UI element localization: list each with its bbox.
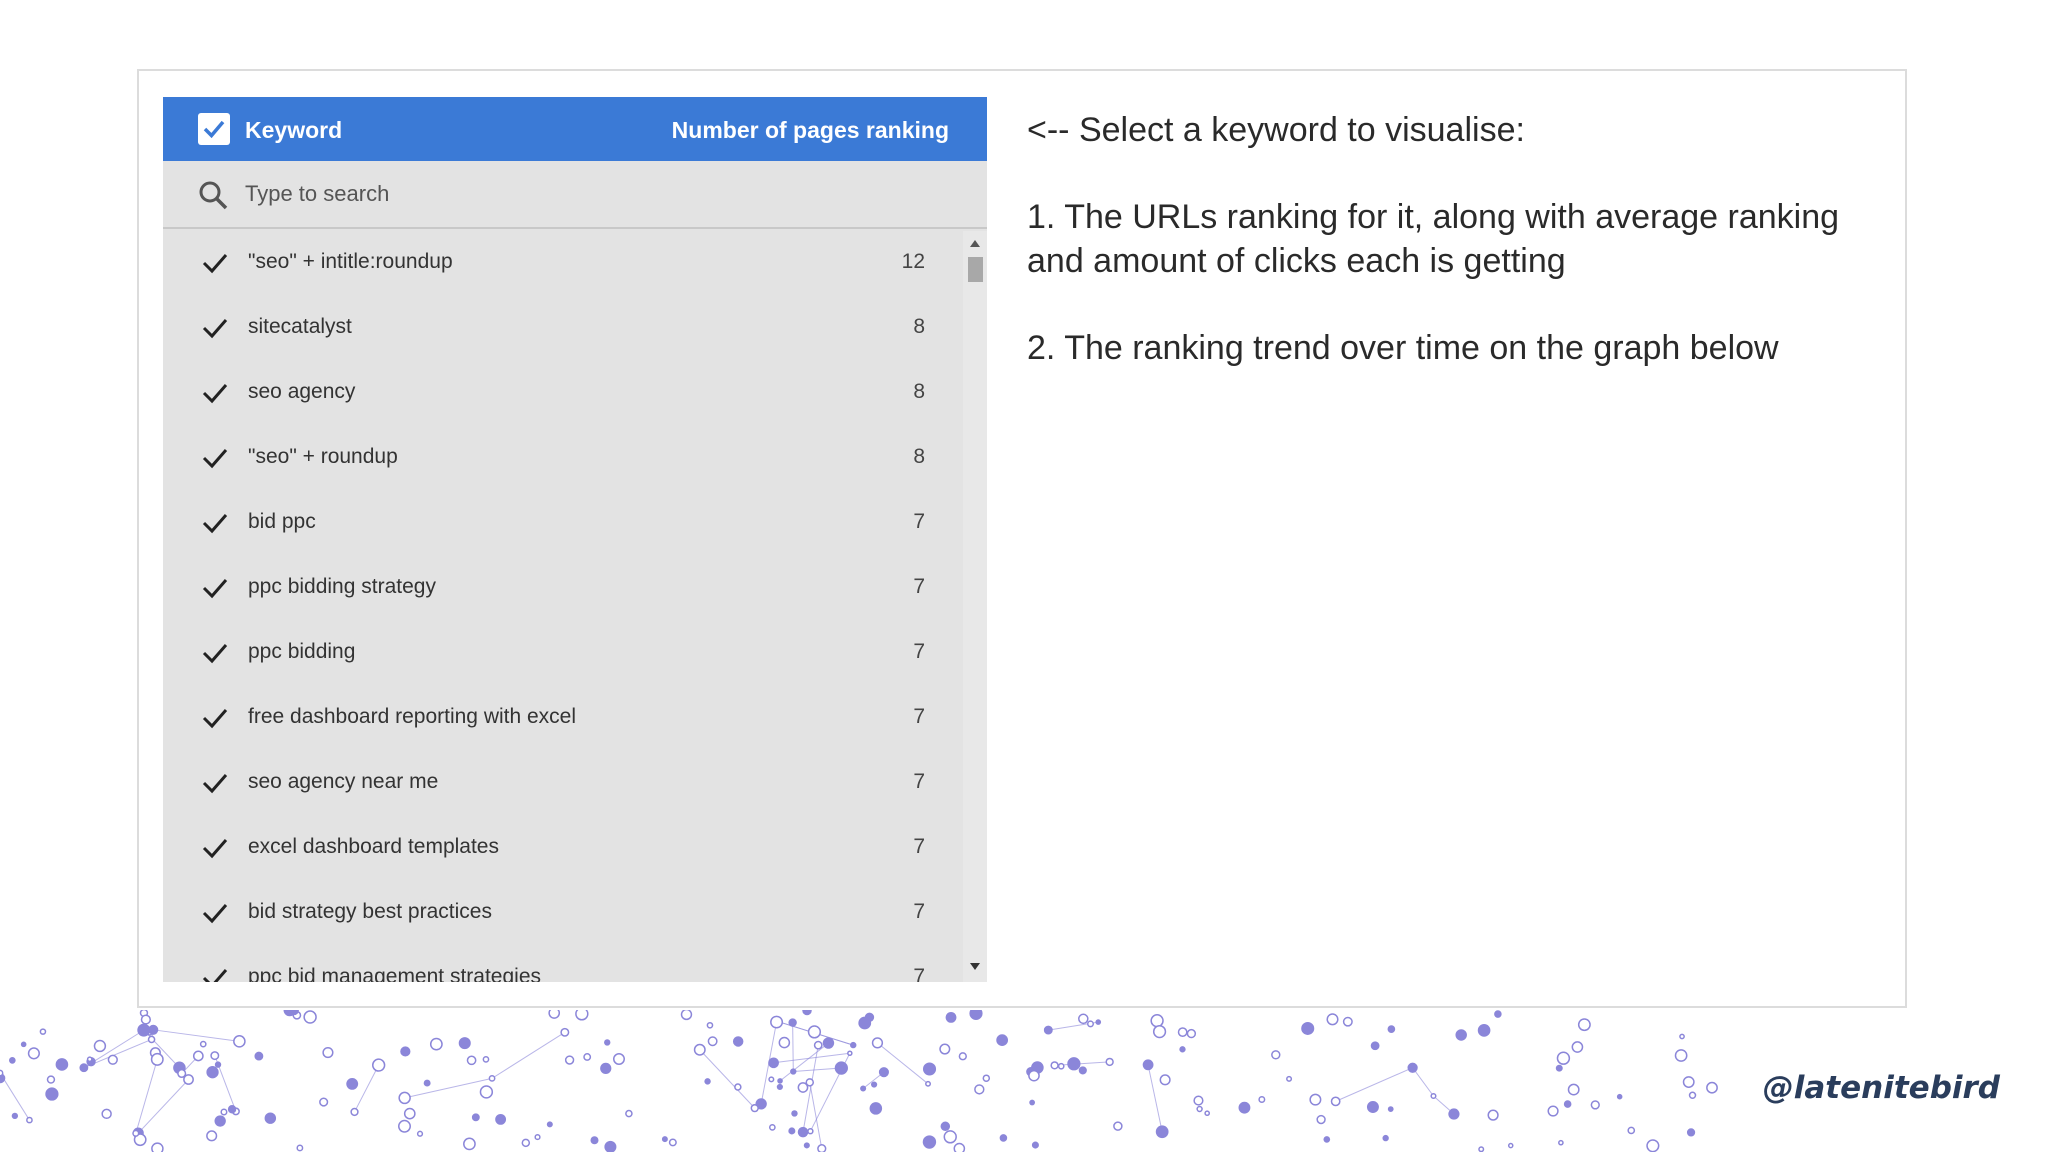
keyword-row[interactable]: "seo" + intitle:roundup 12 [163, 231, 963, 296]
keyword-label: "seo" + roundup [248, 445, 398, 468]
keyword-count: 12 [901, 250, 925, 273]
keyword-label: ppc bid management strategies [248, 965, 542, 982]
keyword-row[interactable]: ppc bidding strategy 7 [163, 556, 963, 621]
select-all-checkbox[interactable] [198, 113, 230, 145]
keyword-count: 8 [913, 445, 925, 468]
keyword-row[interactable]: ppc bidding 7 [163, 621, 963, 686]
keyword-label: sitecatalyst [248, 315, 352, 338]
keyword-count: 7 [913, 770, 925, 793]
keyword-count: 7 [913, 510, 925, 533]
instruction-item-2: 2. The ranking trend over time on the gr… [1027, 329, 1779, 367]
checkmark-icon [202, 904, 228, 924]
keyword-label: seo agency near me [248, 770, 439, 793]
keyword-row[interactable]: ppc bid management strategies 7 [163, 946, 963, 982]
keyword-count: 8 [913, 315, 925, 338]
keyword-row[interactable]: "seo" + roundup 8 [163, 426, 963, 491]
checkmark-icon [202, 644, 228, 664]
filter-header: Keyword Number of pages ranking [163, 97, 987, 161]
checkmark-icon [202, 969, 228, 982]
network-decoration [0, 1010, 1718, 1152]
keyword-row[interactable]: seo agency 8 [163, 361, 963, 426]
keyword-label: excel dashboard templates [248, 835, 499, 858]
keyword-label: ppc bidding [248, 640, 356, 663]
search-icon [199, 181, 228, 210]
instructions-text: <-- Select a keyword to visualise: 1. Th… [1027, 108, 1887, 370]
arrow-down-icon[interactable] [970, 963, 980, 971]
keyword-row[interactable]: bid strategy best practices 7 [163, 881, 963, 946]
count-column-header[interactable]: Number of pages ranking [672, 117, 949, 144]
checkmark-icon [202, 709, 228, 729]
search-input[interactable] [245, 177, 845, 211]
checkmark-icon [203, 120, 225, 139]
checkmark-icon [202, 579, 228, 599]
watermark-handle: @latenitebird [1762, 1070, 2000, 1106]
keyword-label: seo agency [248, 380, 356, 403]
scrollbar[interactable] [963, 231, 987, 982]
keyword-count: 7 [913, 965, 925, 982]
keyword-filter-control: Keyword Number of pages ranking "seo" + … [163, 97, 987, 982]
keyword-row[interactable]: sitecatalyst 8 [163, 296, 963, 361]
keyword-row[interactable]: free dashboard reporting with excel 7 [163, 686, 963, 751]
keyword-count: 8 [913, 380, 925, 403]
keyword-label: "seo" + intitle:roundup [248, 250, 453, 273]
keyword-list: "seo" + intitle:roundup 12 sitecatalyst 8 se… [163, 231, 963, 982]
checkmark-icon [202, 839, 228, 859]
keyword-count: 7 [913, 575, 925, 598]
checkmark-icon [202, 774, 228, 794]
checkmark-icon [202, 384, 228, 404]
keyword-row[interactable]: bid ppc 7 [163, 491, 963, 556]
checkmark-icon [202, 319, 228, 339]
keyword-label: bid strategy best practices [248, 900, 492, 923]
keyword-row[interactable]: seo agency near me 7 [163, 751, 963, 816]
keyword-count: 7 [913, 705, 925, 728]
keyword-row[interactable]: excel dashboard templates 7 [163, 816, 963, 881]
checkmark-icon [202, 449, 228, 469]
instruction-item-1: 1. The URLs ranking for it, along with a… [1027, 198, 1840, 280]
checkmark-icon [202, 514, 228, 534]
keyword-label: free dashboard reporting with excel [248, 705, 577, 728]
checkmark-icon [202, 254, 228, 274]
keyword-label: bid ppc [248, 510, 316, 533]
search-row [163, 161, 987, 229]
keyword-count: 7 [913, 900, 925, 923]
keyword-count: 7 [913, 640, 925, 663]
keyword-count: 7 [913, 835, 925, 858]
keyword-label: ppc bidding strategy [248, 575, 436, 598]
keyword-column-header[interactable]: Keyword [245, 117, 342, 144]
instruction-heading: <-- Select a keyword to visualise: [1027, 111, 1525, 149]
arrow-up-icon[interactable] [970, 239, 980, 247]
scroll-thumb[interactable] [968, 257, 983, 282]
